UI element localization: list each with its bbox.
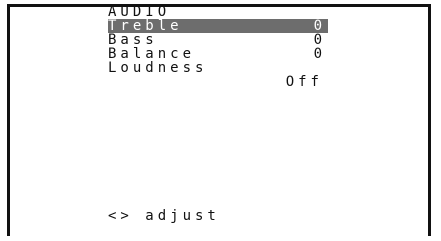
- balance-value: 0: [313, 46, 322, 62]
- menu-item-treble[interactable]: Treble 0: [108, 19, 328, 33]
- loudness-value: Off: [285, 74, 323, 90]
- loudness-value-row: Off: [108, 75, 328, 89]
- menu-title: AUDIO: [108, 4, 171, 20]
- menu-item-balance[interactable]: Balance 0: [108, 47, 328, 61]
- treble-value: 0: [313, 18, 322, 34]
- loudness-label: Loudness: [108, 60, 208, 76]
- balance-label: Balance: [108, 46, 196, 62]
- adjust-hint: <> adjust: [108, 208, 220, 224]
- treble-label: Treble: [108, 18, 183, 34]
- bass-label: Bass: [108, 32, 158, 48]
- menu-item-bass[interactable]: Bass 0: [108, 33, 328, 47]
- bass-value: 0: [313, 32, 322, 48]
- audio-menu: AUDIO Treble 0 Bass 0 Balance 0 Loudness…: [108, 5, 328, 89]
- menu-item-loudness[interactable]: Loudness: [108, 61, 328, 75]
